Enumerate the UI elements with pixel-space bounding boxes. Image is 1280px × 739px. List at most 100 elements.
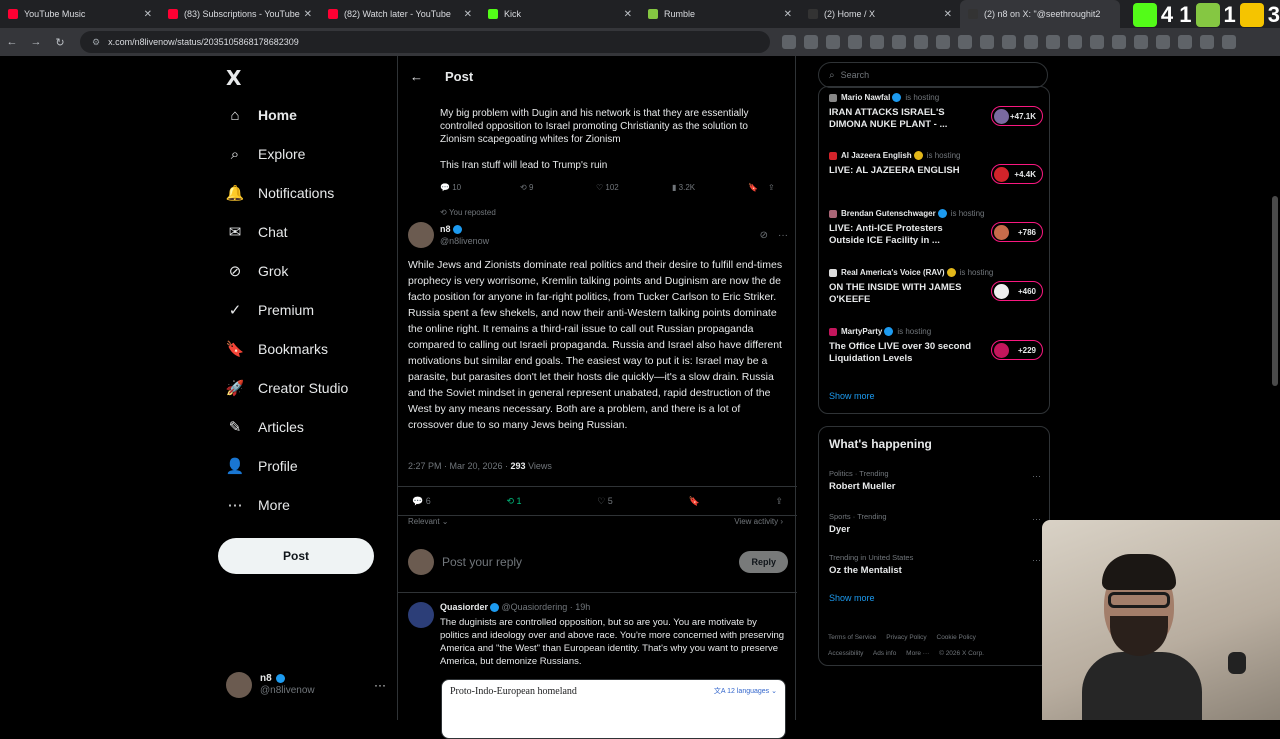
extension-icon[interactable] [826,35,840,49]
extension-icon[interactable] [1024,35,1038,49]
extension-icon[interactable] [936,35,950,49]
author-name[interactable]: n8 [440,224,451,234]
extension-icon[interactable] [1046,35,1060,49]
address-bar[interactable]: ⚙ x.com/n8livenow/status/203510586817868… [80,31,770,53]
author-handle[interactable]: @n8livenow [440,235,489,247]
sidebar-item-premium[interactable]: ✓ Premium [226,301,314,319]
search-input[interactable]: ⌕ Search [818,62,1048,88]
like-action[interactable]: ♡ 5 [597,496,613,507]
close-icon[interactable]: ✕ [944,9,952,20]
avatar[interactable] [408,222,434,248]
reply-action[interactable]: 💬 6 [412,496,431,507]
repost-action[interactable]: ⟲ 9 [520,183,596,192]
views-action[interactable]: ▮ 3.2K [672,183,748,192]
sidebar-item-bookmarks[interactable]: 🔖 Bookmarks [226,340,328,358]
sidebar-item-grok[interactable]: ⊘ Grok [226,262,289,280]
extension-icon[interactable] [1002,35,1016,49]
extension-icon[interactable] [870,35,884,49]
tab-youtube-watch-later[interactable]: (82) Watch later - YouTube ✕ [320,0,480,28]
more-options-icon[interactable]: ··· [1032,471,1041,481]
live-item[interactable]: Brendan Gutenschwager is hosting LIVE: An… [829,209,1043,247]
extension-icon[interactable] [1068,35,1082,49]
more-options-icon[interactable]: ··· [374,678,386,692]
reload-icon[interactable]: ↻ [48,36,72,49]
bookmark-icon[interactable]: 🔖 [748,183,768,192]
reply-input[interactable]: Post your reply [442,555,522,569]
live-item[interactable]: Mario Nawfal is hosting IRAN ATTACKS ISRA… [829,93,1043,131]
share-icon[interactable]: ⇪ [775,496,783,507]
show-more-link[interactable]: Show more [829,593,875,603]
scrollbar-thumb[interactable] [1272,196,1278,386]
extension-icon[interactable] [1222,35,1236,49]
post-button[interactable]: Post [218,538,374,574]
extension-icon[interactable] [804,35,818,49]
sidebar-item-articles[interactable]: ✎ Articles [226,418,304,436]
listener-count[interactable]: +47.1K [991,106,1043,126]
sidebar-item-more[interactable]: ⋯ More [226,496,290,514]
sidebar-item-notifications[interactable]: 🔔 Notifications [226,184,335,202]
close-icon[interactable]: ✕ [784,9,792,20]
tweet-author[interactable]: n8 @n8livenow ⊘ ··· [408,221,788,249]
reply-author-name[interactable]: Quasiorder [440,602,488,612]
reply-author-handle[interactable]: @Quasiordering · 19h [502,602,591,612]
close-icon[interactable]: ✕ [144,9,152,20]
listener-count[interactable]: +786 [991,222,1043,242]
wikipedia-embed[interactable]: Proto-Indo-European homeland 文A 12 langu… [441,679,786,739]
sidebar-item-creator-studio[interactable]: 🚀 Creator Studio [226,379,349,397]
trend-item[interactable]: Politics · Trending Robert Mueller ··· [829,469,1041,492]
extension-icon[interactable] [1200,35,1214,49]
share-icon[interactable]: ⇪ [768,183,775,192]
previous-tweet[interactable]: My big problem with Dugin and his networ… [440,107,780,172]
live-item[interactable]: MartyParty is hosting The Office LIVE ove… [829,327,1043,365]
bookmark-icon[interactable]: 🔖 [689,496,700,507]
tab-x-home[interactable]: (2) Home / X ✕ [800,0,960,28]
extension-icon[interactable] [782,35,796,49]
extension-icon[interactable] [1156,35,1170,49]
extension-icon[interactable] [1178,35,1192,49]
repost-action[interactable]: ⟲ 1 [506,496,521,507]
more-options-icon[interactable]: ··· [778,230,788,241]
site-info-icon[interactable]: ⚙ [92,37,100,48]
close-icon[interactable]: ✕ [464,9,472,20]
account-switcher[interactable]: n8 @n8livenow ··· [226,672,386,698]
like-action[interactable]: ♡ 102 [596,183,672,192]
listener-count[interactable]: +229 [991,340,1043,360]
x-logo[interactable]: X [226,66,241,90]
live-item[interactable]: Real America's Voice (RAV) is hosting ON … [829,268,1043,306]
reply-action[interactable]: 💬 10 [440,183,520,192]
extension-icon[interactable] [892,35,906,49]
grok-icon[interactable]: ⊘ [760,230,768,241]
listener-count[interactable]: +460 [991,281,1043,301]
back-arrow-icon[interactable]: ← [410,69,423,84]
tab-youtube-music[interactable]: YouTube Music ✕ [0,0,160,28]
reply-button[interactable]: Reply [739,551,788,573]
tab-youtube-subscriptions[interactable]: (83) Subscriptions - YouTube ✕ [160,0,320,28]
extension-icon[interactable] [1090,35,1104,49]
extension-icon[interactable] [958,35,972,49]
close-icon[interactable]: ✕ [624,9,632,20]
sort-replies-dropdown[interactable]: Relevant ⌄ [408,517,449,526]
extension-icon[interactable] [1134,35,1148,49]
more-options-icon[interactable]: ··· [1032,514,1041,524]
extension-icon[interactable] [1112,35,1126,49]
extension-icon[interactable] [914,35,928,49]
tab-kick[interactable]: Kick ✕ [480,0,640,28]
forward-icon[interactable]: → [24,36,48,48]
back-icon[interactable]: ← [0,36,24,48]
show-more-link[interactable]: Show more [829,391,875,401]
sidebar-item-home[interactable]: ⌂ Home [226,106,296,124]
more-options-icon[interactable]: ··· [1032,555,1041,565]
listener-count[interactable]: +4.4K [991,164,1043,184]
extension-icon[interactable] [980,35,994,49]
sidebar-item-explore[interactable]: ⌕ Explore [226,145,306,163]
live-item[interactable]: Al Jazeera English is hosting LIVE: AL JA… [829,151,1043,184]
view-activity-link[interactable]: View activity › [734,517,783,526]
tab-rumble[interactable]: Rumble ✕ [640,0,800,28]
avatar[interactable] [408,602,434,628]
trend-item[interactable]: Trending in United States Oz the Mentali… [829,553,1041,576]
sidebar-item-profile[interactable]: 👤 Profile [226,457,298,475]
tab-x-post[interactable]: (2) n8 on X: "@seethroughit2 [960,0,1120,28]
sidebar-item-chat[interactable]: ✉ Chat [226,223,288,241]
trend-item[interactable]: Sports · Trending Dyer ··· [829,512,1041,535]
extension-icon[interactable] [848,35,862,49]
